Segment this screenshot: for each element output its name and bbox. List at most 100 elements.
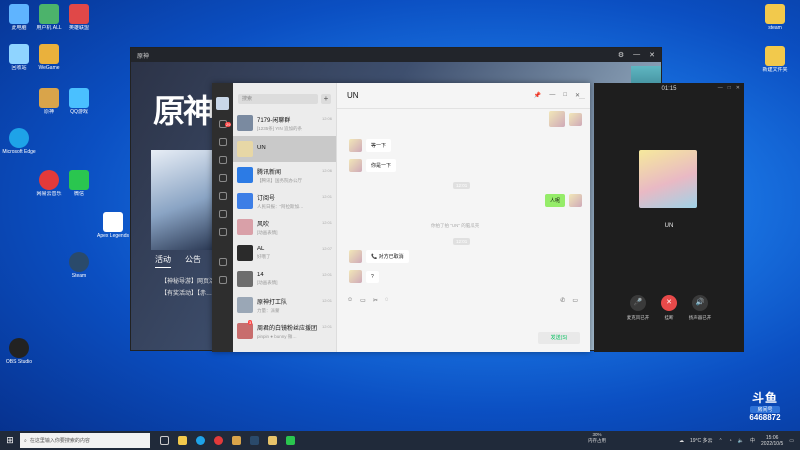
- maximize-icon[interactable]: □: [563, 92, 567, 99]
- game-logo: 原神: [153, 92, 215, 130]
- add-chat-button[interactable]: +: [321, 94, 331, 104]
- video-call-icon[interactable]: ▭: [572, 297, 578, 304]
- desktop-icon-app[interactable]: 用户机 ALL: [32, 4, 66, 31]
- moments-nav-icon[interactable]: [218, 192, 227, 200]
- wechat-window[interactable]: 29 搜索 + 7179-闲聊群 [1235条] YIN 追加的条 12:06 UN 腾…: [212, 83, 590, 352]
- miniprogram-nav-icon[interactable]: [218, 210, 227, 218]
- image-message[interactable]: [549, 111, 582, 127]
- my-message-bubble[interactable]: 人呢: [544, 194, 565, 207]
- call-close-icon[interactable]: ✕: [736, 85, 740, 91]
- desktop-icon-new-folder[interactable]: 新建文件夹: [758, 46, 792, 73]
- clock[interactable]: 15:06 2022/10/5: [761, 435, 783, 447]
- call-cancelled-bubble[interactable]: 📞 对方已取消: [366, 250, 409, 263]
- desktop-icon-netease[interactable]: 网易云音乐: [32, 170, 66, 197]
- input-language[interactable]: 中: [750, 437, 755, 444]
- hangup-button[interactable]: ✕: [661, 295, 677, 311]
- send-button[interactable]: 发送(S): [538, 332, 580, 344]
- call-minimize-icon[interactable]: —: [718, 85, 723, 91]
- chat-avatar: [237, 323, 253, 339]
- my-message-avatar[interactable]: [569, 112, 582, 126]
- speaker-button[interactable]: 🔊: [692, 295, 708, 311]
- wechat-icon: [69, 170, 89, 190]
- desktop-icon-steam-folder[interactable]: steam: [758, 4, 792, 31]
- file-explorer-icon[interactable]: [178, 436, 187, 445]
- start-button[interactable]: ⊞: [0, 435, 20, 446]
- menu-nav-icon[interactable]: [218, 276, 227, 284]
- my-avatar[interactable]: [216, 97, 229, 110]
- call-maximize-icon[interactable]: □: [728, 85, 731, 91]
- chat-list-item[interactable]: 7179-闲聊群 [1235条] YIN 追加的条 12:06: [233, 110, 336, 136]
- desktop-icon-qqgame[interactable]: QQ游戏: [62, 88, 96, 115]
- desktop-icon-apex[interactable]: Apex Legends: [96, 212, 130, 239]
- pin-icon[interactable]: 📌: [534, 92, 541, 99]
- desktop-icon-this-pc[interactable]: 此电脑: [2, 4, 36, 31]
- game-minimize-icon[interactable]: —: [633, 51, 640, 59]
- minimize-icon[interactable]: —: [549, 92, 555, 99]
- netease-taskbar-icon[interactable]: [214, 436, 223, 445]
- weather-text[interactable]: 19°C 多云: [690, 437, 713, 444]
- contacts-nav-icon[interactable]: [218, 138, 227, 146]
- my-message-avatar[interactable]: [569, 194, 582, 207]
- desktop-icon-obs[interactable]: OBS Studio: [2, 338, 36, 365]
- taskbar-search[interactable]: ⌕ 在这里输入你要搜索的内容: [20, 433, 150, 448]
- more-icon[interactable]: ···: [579, 96, 585, 102]
- chat-name: 原神打工队: [257, 299, 288, 306]
- chat-list-item[interactable]: 周君的白镜粉丝应援团 pinpin ● bunny 微… 12:01 3: [233, 318, 336, 344]
- desktop-icon-wegame[interactable]: WeGame: [32, 44, 66, 71]
- contact-avatar[interactable]: [349, 270, 362, 283]
- contact-avatar[interactable]: [349, 250, 362, 263]
- task-view-icon[interactable]: [160, 436, 169, 445]
- edge-taskbar-icon[interactable]: [196, 436, 205, 445]
- chat-time: 12:01: [321, 220, 332, 225]
- unread-badge: 29: [225, 122, 232, 127]
- wechat-taskbar-icon[interactable]: [286, 436, 295, 445]
- contact-avatar[interactable]: [349, 139, 362, 152]
- emoji-icon[interactable]: ☺: [347, 297, 353, 304]
- game-close-icon[interactable]: ✕: [649, 51, 655, 59]
- volume-icon[interactable]: 🔈: [738, 438, 744, 444]
- desktop-icon-edge[interactable]: Microsoft Edge: [2, 128, 36, 155]
- game-titlebar[interactable]: 原神 ⚙ — ✕: [131, 48, 661, 62]
- network-icon[interactable]: ◔: [729, 438, 732, 444]
- message-bubble[interactable]: 你是一下: [366, 159, 397, 172]
- contact-avatar[interactable]: [349, 159, 362, 172]
- chat-time: 12:06: [321, 116, 332, 121]
- game-settings-icon[interactable]: ⚙: [618, 51, 624, 59]
- desktop-icon-wechat[interactable]: 微信: [62, 170, 96, 197]
- scissors-icon[interactable]: ✂: [373, 297, 378, 304]
- message-bubble[interactable]: 等一下: [366, 139, 392, 152]
- search-nav-icon[interactable]: [218, 228, 227, 236]
- mic-button[interactable]: 🎤: [630, 295, 646, 311]
- chat-list-item[interactable]: 腾讯新闻 【腾讯】国务院办公厅 12:06: [233, 162, 336, 188]
- tab-notices[interactable]: 公告: [185, 254, 201, 268]
- voice-call-icon[interactable]: ✆: [560, 297, 565, 304]
- chat-bubble-icon[interactable]: ◌: [385, 297, 389, 304]
- chat-preview: pinpin ● bunny 微…: [257, 333, 297, 339]
- chat-list-item[interactable]: 14 [动画表情] 12:01: [233, 266, 336, 292]
- chat-list: 搜索 + 7179-闲聊群 [1235条] YIN 追加的条 12:06 UN 腾讯新闻…: [233, 83, 337, 352]
- genshin-taskbar-icon[interactable]: [268, 436, 277, 445]
- favorites-nav-icon[interactable]: [218, 156, 227, 164]
- steam-taskbar-icon[interactable]: [250, 436, 259, 445]
- tray-chevron-icon[interactable]: ⌃: [719, 438, 723, 444]
- chat-list-item[interactable]: AL 好哦了 12:07: [233, 240, 336, 266]
- search-input[interactable]: 搜索: [238, 94, 318, 104]
- chat-list-item[interactable]: 风吹 [动画表情] 12:01: [233, 214, 336, 240]
- files-nav-icon[interactable]: [218, 174, 227, 182]
- message-bubble[interactable]: ?: [366, 270, 379, 283]
- desktop-icon-steam[interactable]: Steam: [62, 252, 96, 279]
- phone-nav-icon[interactable]: [218, 258, 227, 266]
- desktop-icon-recycle[interactable]: 回收站: [2, 44, 36, 71]
- chat-time: 12:07: [321, 246, 332, 251]
- desktop-icon-lol[interactable]: 英雄联盟: [62, 4, 96, 31]
- desktop-icon-genshin[interactable]: 原神: [32, 88, 66, 115]
- chat-list-item[interactable]: UN: [233, 136, 336, 162]
- chat-list-item[interactable]: 订阅号 人民日报：“阿拉斯加… 12:01: [233, 188, 336, 214]
- chat-list-item[interactable]: 原神打工队 力量：派蒙 12:01: [233, 292, 336, 318]
- file-icon[interactable]: ▭: [360, 297, 366, 304]
- app-taskbar-icon[interactable]: [232, 436, 241, 445]
- tab-events[interactable]: 活动: [155, 254, 171, 268]
- voice-call-window[interactable]: 01:15 — □ ✕ UN 🎤 ✕ 🔊 麦克风已开 挂断 扬声器已开: [594, 83, 744, 352]
- chat-preview: 【腾讯】国务院办公厅: [257, 177, 302, 183]
- notification-icon[interactable]: ▭: [789, 438, 794, 444]
